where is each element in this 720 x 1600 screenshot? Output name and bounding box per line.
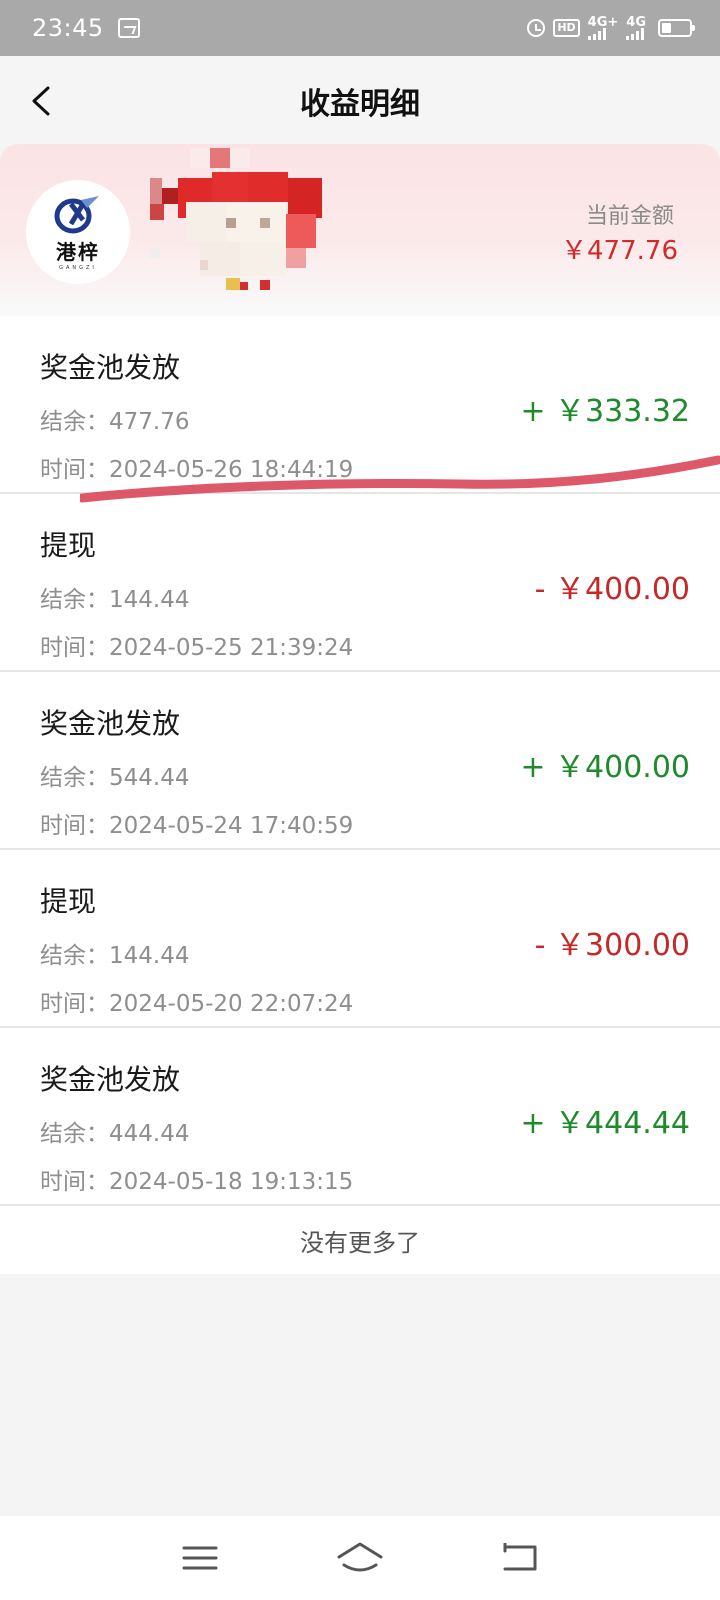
- list-item[interactable]: 提现 结余：144.44 时间：2024-05-20 22:07:24 - ￥3…: [0, 850, 720, 1028]
- record-title: 奖金池发放: [40, 707, 181, 740]
- record-balance-label: 结余：: [40, 587, 109, 613]
- home-icon: [337, 1542, 383, 1572]
- record-balance: 结余：144.44: [40, 936, 189, 970]
- logo-icon: [54, 195, 99, 233]
- list-item[interactable]: 奖金池发放 结余：477.76 时间：2024-05-26 18:44:19 +…: [0, 316, 720, 494]
- user-card: 港梓 GANGZI 当前金额 ￥477.76: [0, 144, 720, 316]
- status-bar: 23:45 HD 4G+ 4G: [0, 0, 720, 56]
- alarm-icon: [527, 19, 546, 37]
- signal-icon: 4G: [626, 14, 646, 40]
- record-amount: - ￥300.00: [534, 928, 690, 963]
- list-item[interactable]: 奖金池发放 结余：444.44 时间：2024-05-18 19:13:15 +…: [0, 1028, 720, 1206]
- record-balance: 结余：144.44: [40, 580, 189, 614]
- balance-label: 当前金额: [585, 204, 674, 229]
- pixelated-user-image: [150, 148, 322, 290]
- page-title: 收益明细: [300, 87, 420, 122]
- avatar: 港梓 GANGZI: [26, 180, 130, 284]
- record-time: 时间：2024-05-26 18:44:19: [40, 450, 353, 484]
- record-time-label: 时间：: [40, 457, 109, 483]
- record-time-value: 2024-05-25 21:39:24: [109, 635, 354, 661]
- record-title: 提现: [40, 529, 97, 562]
- hd-icon: HD: [553, 19, 580, 37]
- record-balance: 结余：477.76: [40, 402, 189, 436]
- no-more-indicator: 没有更多了: [0, 1206, 720, 1274]
- avatar-text: 港梓: [56, 239, 100, 264]
- record-time-label: 时间：: [40, 1169, 109, 1195]
- record-balance-value: 544.44: [109, 765, 190, 791]
- back-button[interactable]: [490, 1536, 550, 1580]
- record-time-label: 时间：: [40, 991, 109, 1017]
- record-balance-label: 结余：: [40, 1121, 109, 1147]
- record-list: 奖金池发放 结余：477.76 时间：2024-05-26 18:44:19 +…: [0, 316, 720, 1206]
- record-amount: - ￥400.00: [534, 572, 690, 607]
- record-balance-label: 结余：: [40, 409, 109, 435]
- network-label-2: 4G: [626, 14, 646, 30]
- record-time: 时间：2024-05-25 21:39:24: [40, 628, 353, 662]
- record-balance-value: 144.44: [109, 943, 190, 969]
- record-time-label: 时间：: [40, 635, 109, 661]
- record-balance-value: 444.44: [109, 1121, 190, 1147]
- record-time: 时间：2024-05-24 17:40:59: [40, 806, 353, 840]
- record-title: 奖金池发放: [40, 351, 181, 384]
- system-nav-bar: [0, 1516, 720, 1600]
- signal-icon: 4G+: [587, 14, 619, 40]
- list-item[interactable]: 奖金池发放 结余：544.44 时间：2024-05-24 17:40:59 +…: [0, 672, 720, 850]
- record-time-value: 2024-05-24 17:40:59: [109, 813, 354, 839]
- record-title: 提现: [40, 885, 97, 918]
- record-amount: + ￥400.00: [520, 750, 690, 785]
- record-time-value: 2024-05-20 22:07:24: [109, 991, 354, 1017]
- record-time-value: 2024-05-18 19:13:15: [109, 1169, 354, 1195]
- record-balance-label: 结余：: [40, 943, 109, 969]
- back-icon: [503, 1543, 537, 1571]
- record-balance-label: 结余：: [40, 765, 109, 791]
- record-balance: 结余：444.44: [40, 1114, 189, 1148]
- status-time: 23:45: [32, 14, 104, 42]
- list-item[interactable]: 提现 结余：144.44 时间：2024-05-25 21:39:24 - ￥4…: [0, 494, 720, 672]
- record-balance: 结余：544.44: [40, 758, 189, 792]
- balance-value: ￥477.76: [561, 236, 678, 266]
- nav-header: 收益明细: [0, 56, 720, 146]
- record-amount: + ￥444.44: [520, 1106, 690, 1141]
- record-time-value: 2024-05-26 18:44:19: [109, 457, 354, 483]
- record-balance-value: 144.44: [109, 587, 190, 613]
- record-time: 时间：2024-05-18 19:13:15: [40, 1162, 353, 1196]
- record-time-label: 时间：: [40, 813, 109, 839]
- image-icon: [117, 18, 140, 38]
- menu-button[interactable]: [170, 1536, 230, 1580]
- record-amount: + ￥333.32: [520, 394, 690, 429]
- avatar-subtext: GANGZI: [59, 264, 97, 271]
- network-label-1: 4G+: [587, 14, 619, 30]
- record-time: 时间：2024-05-20 22:07:24: [40, 984, 353, 1018]
- menu-icon: [182, 1546, 218, 1570]
- chevron-left-icon[interactable]: [28, 86, 58, 116]
- home-button[interactable]: [330, 1536, 390, 1580]
- record-title: 奖金池发放: [40, 1063, 181, 1096]
- battery-icon: [658, 19, 695, 37]
- record-balance-value: 477.76: [109, 409, 190, 435]
